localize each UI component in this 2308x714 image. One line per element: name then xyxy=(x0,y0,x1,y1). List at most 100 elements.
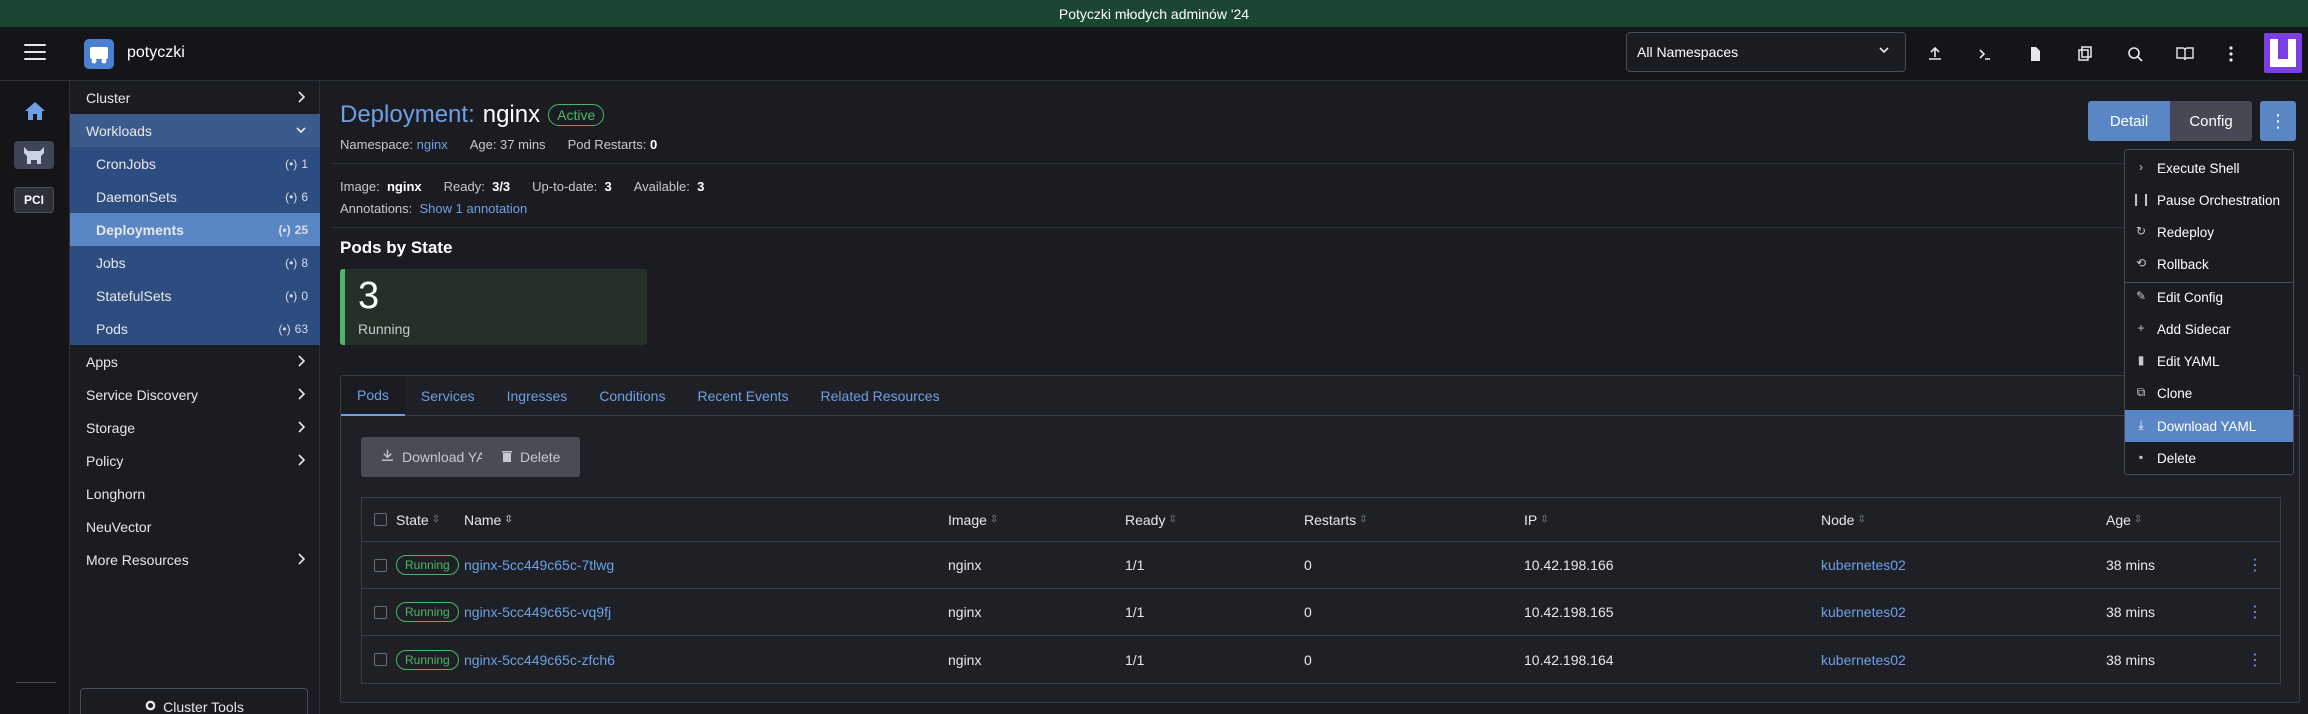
nav-count: (•) 25 xyxy=(278,222,308,237)
pod-name-link[interactable]: nginx-5cc449c65c-7tlwg xyxy=(464,557,614,573)
nav-neuvector[interactable]: NeuVector xyxy=(70,510,320,543)
nav-statefulsets[interactable]: StatefulSets (•) 0 xyxy=(70,279,320,312)
pod-ready: 1/1 xyxy=(1125,651,1145,668)
tab-related-resources[interactable]: Related Resources xyxy=(805,376,956,416)
col-age[interactable]: Age ⇳ xyxy=(2106,498,2142,541)
menu-add-sidecar[interactable]: + Add Sidecar xyxy=(2125,313,2293,345)
search-icon[interactable] xyxy=(2120,39,2150,69)
menu-edit-config[interactable]: ✎ Edit Config xyxy=(2125,281,2293,313)
nav-longhorn[interactable]: Longhorn xyxy=(70,477,320,510)
gear-icon xyxy=(144,699,157,714)
pod-ready: 1/1 xyxy=(1125,604,1145,620)
more-vertical-icon[interactable]: ⋮ xyxy=(2247,650,2263,670)
pods-state-label: Running xyxy=(358,321,411,337)
main-content: Deployment: nginx Active Namespace: ngin… xyxy=(320,81,2308,714)
col-ready[interactable]: Ready ⇳ xyxy=(1125,498,1177,541)
pencil-icon: ✎ xyxy=(2135,289,2147,303)
menu-execute-shell[interactable]: › Execute Shell xyxy=(2125,152,2293,184)
menu-redeploy[interactable]: ↻ Redeploy xyxy=(2125,216,2293,248)
nav-workloads[interactable]: Workloads xyxy=(70,114,320,147)
node-link[interactable]: kubernetes02 xyxy=(1821,652,1906,668)
resource-kind: Deployment: xyxy=(340,101,475,128)
col-ip[interactable]: IP ⇳ xyxy=(1524,498,1549,541)
menu-icon[interactable] xyxy=(24,44,46,64)
sort-icon: ⇳ xyxy=(989,514,999,525)
row-checkbox[interactable] xyxy=(374,558,387,572)
nav-daemonsets[interactable]: DaemonSets (•) 6 xyxy=(70,180,320,213)
nav-service-discovery[interactable]: Service Discovery xyxy=(70,378,320,411)
home-icon[interactable] xyxy=(24,101,46,125)
pod-age: 38 mins xyxy=(2106,557,2156,573)
select-all-checkbox[interactable] xyxy=(374,513,387,526)
namespace-select-value: All Namespaces xyxy=(1637,44,1739,60)
cluster-name: potyczki xyxy=(127,44,185,61)
nav-count: (•) 63 xyxy=(278,321,308,336)
more-vertical-icon[interactable]: ⋮ xyxy=(2247,555,2263,575)
node-link[interactable]: kubernetes02 xyxy=(1821,557,1906,573)
tab-conditions[interactable]: Conditions xyxy=(583,376,681,416)
download-icon xyxy=(381,449,394,465)
avatar[interactable] xyxy=(2264,33,2302,73)
namespace-select[interactable]: All Namespaces xyxy=(1626,32,1906,72)
upload-icon[interactable] xyxy=(1920,39,1950,69)
pod-name-link[interactable]: nginx-5cc449c65c-zfch6 xyxy=(464,652,615,668)
col-restarts[interactable]: Restarts ⇳ xyxy=(1304,498,1368,541)
col-name[interactable]: Name ⇳ xyxy=(464,498,513,541)
table-row: Running nginx-5cc449c65c-zfch6 nginx 1/1… xyxy=(362,636,2280,683)
config-button[interactable]: Config xyxy=(2170,101,2252,141)
row-checkbox[interactable] xyxy=(374,653,387,666)
nav-deployments[interactable]: Deployments (•) 25 xyxy=(70,213,320,246)
node-link[interactable]: kubernetes02 xyxy=(1821,604,1906,620)
actions-menu-button[interactable]: ⋮ xyxy=(2260,101,2296,141)
nav-pods[interactable]: Pods (•) 63 xyxy=(70,312,320,345)
detail-button[interactable]: Detail xyxy=(2088,101,2170,141)
pod-ready: 1/1 xyxy=(1125,557,1145,573)
copy-icon: ⧉ xyxy=(2136,384,2146,399)
menu-delete[interactable]: ▪ Delete xyxy=(2125,442,2293,474)
delete-button[interactable]: Delete xyxy=(482,437,581,477)
pod-name-link[interactable]: nginx-5cc449c65c-vq9fj xyxy=(464,604,611,620)
copy-icon[interactable] xyxy=(2070,39,2100,69)
nav-count: (•) 8 xyxy=(285,255,308,270)
col-state[interactable]: State ⇳ xyxy=(396,498,440,541)
tab-ingresses[interactable]: Ingresses xyxy=(491,376,584,416)
pod-restarts: 0 xyxy=(1304,557,1312,573)
tab-services[interactable]: Services xyxy=(405,376,491,416)
col-image[interactable]: Image ⇳ xyxy=(948,498,998,541)
cluster-icon[interactable] xyxy=(14,141,54,169)
sort-icon: ⇳ xyxy=(2133,514,2143,525)
nav-cluster[interactable]: Cluster xyxy=(70,81,320,114)
namespace-icon: (•) xyxy=(278,222,291,237)
menu-clone[interactable]: ⧉ Clone xyxy=(2125,377,2293,409)
row-checkbox[interactable] xyxy=(374,605,387,619)
menu-download-yaml[interactable]: ⤓ Download YAML xyxy=(2125,410,2293,442)
nav-jobs[interactable]: Jobs (•) 8 xyxy=(70,246,320,279)
nav-policy[interactable]: Policy xyxy=(70,444,320,477)
file-icon[interactable] xyxy=(2020,39,2050,69)
terminal-icon[interactable] xyxy=(1970,39,2000,69)
nav-storage[interactable]: Storage xyxy=(70,411,320,444)
nav-cronjobs[interactable]: CronJobs (•) 1 xyxy=(70,147,320,180)
col-node[interactable]: Node ⇳ xyxy=(1821,498,1866,541)
pod-ip: 10.42.198.165 xyxy=(1524,604,1614,620)
pci-cluster-button[interactable]: PCI xyxy=(14,187,54,213)
nav-more-resources[interactable]: More Resources xyxy=(70,543,320,576)
more-vertical-icon[interactable] xyxy=(2216,39,2246,69)
tab-pods[interactable]: Pods xyxy=(341,376,405,416)
tab-recent-events[interactable]: Recent Events xyxy=(681,376,804,416)
divider xyxy=(330,227,2290,228)
resource-name: nginx xyxy=(482,101,541,128)
menu-rollback[interactable]: ⟲ Rollback xyxy=(2125,248,2293,280)
pod-age: 38 mins xyxy=(2106,604,2156,620)
menu-edit-yaml[interactable]: ▮ Edit YAML xyxy=(2125,345,2293,377)
book-icon[interactable] xyxy=(2170,39,2200,69)
chevron-right-icon xyxy=(294,386,308,405)
table-header: State ⇳ Name ⇳ Image ⇳ Ready ⇳ Restarts ⇳ IP ⇳… xyxy=(362,498,2280,542)
cluster-tools-button[interactable]: Cluster Tools xyxy=(80,688,308,714)
show-annotations-link[interactable]: Show 1 annotation xyxy=(420,201,528,216)
menu-pause-orchestration[interactable]: ❙❙ Pause Orchestration xyxy=(2125,184,2293,216)
nav-apps[interactable]: Apps xyxy=(70,345,320,378)
more-vertical-icon[interactable]: ⋮ xyxy=(2247,602,2263,622)
history-icon: ⟲ xyxy=(2135,256,2147,270)
namespace-link[interactable]: nginx xyxy=(417,137,448,152)
